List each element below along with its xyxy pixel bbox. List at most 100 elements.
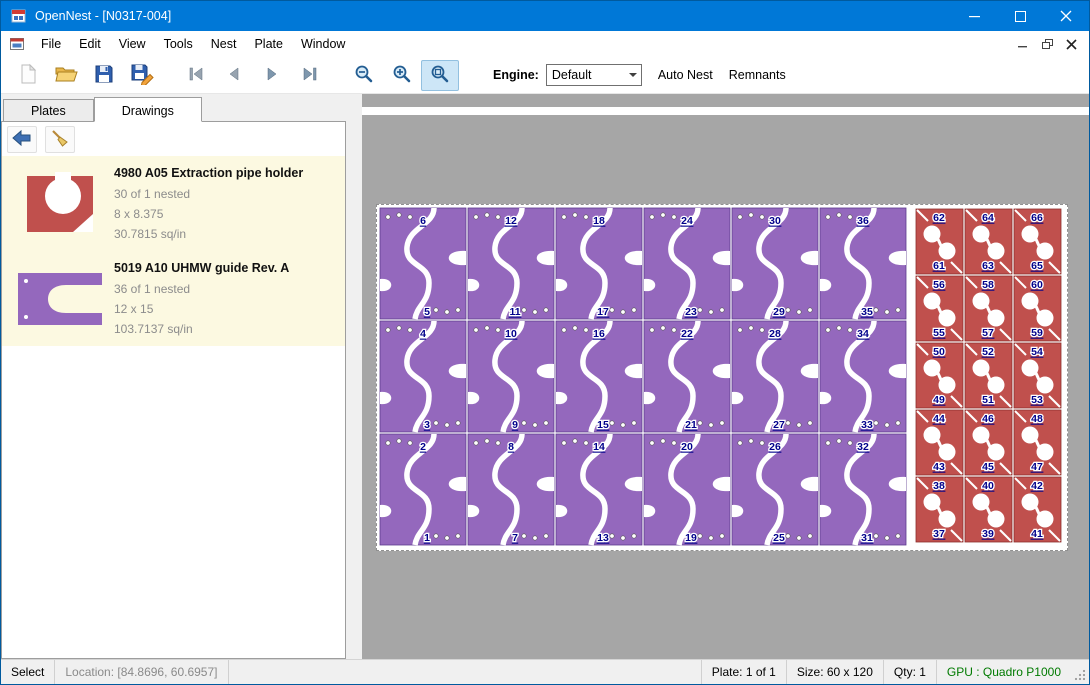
engine-label: Engine: bbox=[493, 68, 539, 82]
nest-pair-red[interactable]: 6059 bbox=[1014, 276, 1061, 341]
nest-pair-purple[interactable]: 87 bbox=[468, 434, 554, 545]
nest-pair-red[interactable]: 4241 bbox=[1014, 477, 1061, 542]
nest-pair-red[interactable]: 5453 bbox=[1014, 343, 1061, 408]
menu-item-tools[interactable]: Tools bbox=[155, 32, 202, 56]
nest-pair-purple[interactable]: 2423 bbox=[644, 208, 730, 319]
menu-item-nest[interactable]: Nest bbox=[202, 32, 246, 56]
child-window-icon bbox=[10, 37, 25, 51]
drawing-item[interactable]: 4980 A05 Extraction pipe holder30 of 1 n… bbox=[2, 156, 345, 251]
save-as-button[interactable] bbox=[123, 60, 161, 91]
nest-pair-red[interactable]: 6463 bbox=[965, 209, 1012, 274]
nest-pair-red[interactable]: 6261 bbox=[916, 209, 963, 274]
menu-item-file[interactable]: File bbox=[32, 32, 70, 56]
drill-hole bbox=[562, 328, 566, 332]
nest-pair-red[interactable]: 5857 bbox=[965, 276, 1012, 341]
drill-hole bbox=[848, 215, 852, 219]
nest-pair-purple[interactable]: 1413 bbox=[556, 434, 642, 545]
nest-pair-red[interactable]: 6665 bbox=[1014, 209, 1061, 274]
nest-pair-red[interactable]: 5251 bbox=[965, 343, 1012, 408]
send-to-plate-button[interactable] bbox=[7, 126, 37, 153]
maximize-button[interactable] bbox=[997, 1, 1043, 31]
part-number: 27 bbox=[773, 419, 785, 431]
drawing-item[interactable]: 5019 A10 UHMW guide Rev. A36 of 1 nested… bbox=[2, 251, 345, 346]
nest-pair-purple[interactable]: 21 bbox=[380, 434, 466, 545]
minimize-button[interactable] bbox=[951, 1, 997, 31]
nest-pair-red[interactable]: 5655 bbox=[916, 276, 963, 341]
menu-item-plate[interactable]: Plate bbox=[245, 32, 292, 56]
nest-pair-purple[interactable]: 3029 bbox=[732, 208, 818, 319]
nest-pair-purple[interactable]: 3433 bbox=[820, 321, 906, 432]
nest-pair-purple[interactable]: 3635 bbox=[820, 208, 906, 319]
drill-hole bbox=[738, 441, 742, 445]
nest-pair-purple[interactable]: 43 bbox=[380, 321, 466, 432]
nest-pair-red[interactable]: 4847 bbox=[1014, 410, 1061, 475]
remnants-button[interactable]: Remnants bbox=[729, 68, 786, 82]
nav-first-button[interactable] bbox=[177, 60, 215, 91]
mode-status: Select bbox=[1, 660, 54, 684]
drill-hole bbox=[760, 215, 764, 219]
drill-hole bbox=[874, 421, 878, 425]
panel-splitter[interactable] bbox=[346, 94, 362, 659]
tab-drawings[interactable]: Drawings bbox=[94, 97, 202, 122]
nav-next-button[interactable] bbox=[253, 60, 291, 91]
part-number: 11 bbox=[509, 306, 520, 318]
nest-pair-purple[interactable]: 1817 bbox=[556, 208, 642, 319]
drill-hole bbox=[837, 326, 841, 330]
part-number-underline bbox=[1031, 405, 1044, 406]
chevron-down-icon[interactable] bbox=[625, 69, 641, 81]
nest-pair-red[interactable]: 3837 bbox=[916, 477, 963, 542]
nest-pair-purple[interactable]: 1615 bbox=[556, 321, 642, 432]
nest-pair-red[interactable]: 4039 bbox=[965, 477, 1012, 542]
nest-pair-purple[interactable]: 109 bbox=[468, 321, 554, 432]
drill-hole bbox=[698, 534, 702, 538]
part-number-underline bbox=[982, 271, 995, 272]
nav-prev-button[interactable] bbox=[215, 60, 253, 91]
drawing-list: 4980 A05 Extraction pipe holder30 of 1 n… bbox=[2, 156, 345, 346]
save-button[interactable] bbox=[85, 60, 123, 91]
mdi-minimize-icon[interactable] bbox=[1011, 34, 1035, 54]
menu-item-view[interactable]: View bbox=[110, 32, 155, 56]
nav-prev-icon bbox=[225, 65, 243, 86]
drill-hole bbox=[826, 328, 830, 332]
nest-pair-red[interactable]: 5049 bbox=[916, 343, 963, 408]
nav-last-button[interactable] bbox=[291, 60, 329, 91]
part-number-underline bbox=[769, 452, 782, 453]
mdi-close-icon[interactable] bbox=[1059, 34, 1083, 54]
drawing-nested-count: 30 of 1 nested bbox=[114, 184, 303, 204]
clean-button[interactable] bbox=[45, 126, 75, 153]
close-button[interactable] bbox=[1043, 1, 1089, 31]
mdi-restore-icon[interactable] bbox=[1035, 34, 1059, 54]
drill-hole bbox=[848, 328, 852, 332]
nest-pair-purple[interactable]: 1211 bbox=[468, 208, 554, 319]
nest-pair-red[interactable]: 4645 bbox=[965, 410, 1012, 475]
zoom-out-button[interactable] bbox=[345, 60, 383, 91]
drawing-meta: 5019 A10 UHMW guide Rev. A36 of 1 nested… bbox=[110, 258, 289, 339]
auto-nest-button[interactable]: Auto Nest bbox=[658, 68, 713, 82]
new-button[interactable] bbox=[9, 60, 47, 91]
part-number: 66 bbox=[1031, 212, 1043, 224]
purple-part-shape bbox=[14, 269, 106, 329]
drill-hole bbox=[533, 536, 537, 540]
part-number-underline bbox=[420, 452, 426, 453]
resize-grip[interactable] bbox=[1071, 660, 1089, 684]
nest-canvas[interactable]: 6512111817242330293635431091615222128273… bbox=[362, 94, 1089, 659]
drill-hole bbox=[496, 441, 500, 445]
menu-item-window[interactable]: Window bbox=[292, 32, 354, 56]
zoom-fit-button[interactable] bbox=[421, 60, 459, 91]
nest-pair-purple[interactable]: 3231 bbox=[820, 434, 906, 545]
open-button[interactable] bbox=[47, 60, 85, 91]
menu-item-edit[interactable]: Edit bbox=[70, 32, 110, 56]
plate-sheet[interactable]: 6512111817242330293635431091615222128273… bbox=[376, 204, 1068, 551]
drill-hole bbox=[760, 328, 764, 332]
nest-pair-purple[interactable]: 2221 bbox=[644, 321, 730, 432]
nest-pair-purple[interactable]: 2625 bbox=[732, 434, 818, 545]
nest-pair-purple[interactable]: 2827 bbox=[732, 321, 818, 432]
nest-pair-purple[interactable]: 65 bbox=[380, 208, 466, 319]
nest-pair-purple[interactable]: 2019 bbox=[644, 434, 730, 545]
engine-select[interactable]: Default bbox=[546, 64, 642, 86]
zoom-out-icon bbox=[354, 64, 374, 87]
nest-plate-svg[interactable]: 6512111817242330293635431091615222128273… bbox=[377, 205, 1067, 550]
zoom-in-button[interactable] bbox=[383, 60, 421, 91]
nest-pair-red[interactable]: 4443 bbox=[916, 410, 963, 475]
tab-plates[interactable]: Plates bbox=[3, 99, 94, 121]
